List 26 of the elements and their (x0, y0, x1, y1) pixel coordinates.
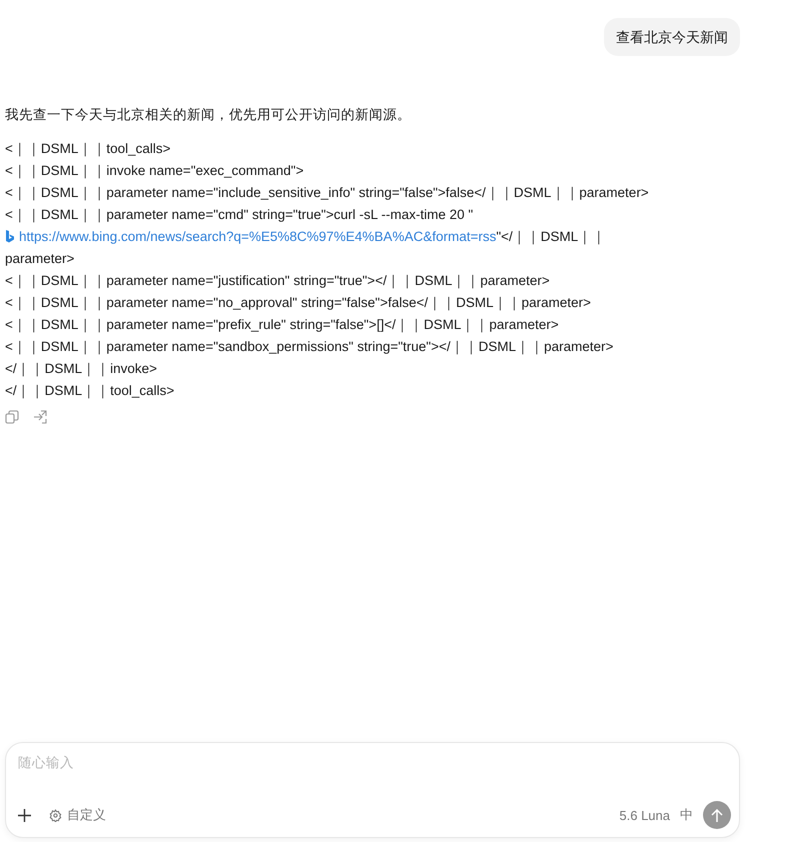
code-line: <｜｜DSML｜｜parameter name="justification" string="true"></｜｜DSML｜｜parameter> (5, 272, 550, 290)
url-link[interactable]: https://www.bing.com/news/search?q=%E5%8C%97%E4%BA%AC&format=rss (19, 226, 496, 248)
arrow-up-icon (711, 808, 723, 822)
code-line: </｜｜DSML｜｜invoke> (5, 360, 158, 378)
code-line: </｜｜DSML｜｜tool_calls> (5, 382, 174, 400)
mode-selector[interactable]: 中 (680, 806, 693, 824)
code-line: <｜｜DSML｜｜parameter name="no_approval" string="false">false</｜｜DSML｜｜parameter> (5, 294, 591, 312)
code-line: <｜｜DSML｜｜parameter name="cmd" string="true">curl -sL --max-time 20 " (5, 206, 474, 224)
user-message: 查看北京今天新闻 (604, 18, 740, 56)
code-line: <｜｜DSML｜｜tool_calls> (5, 140, 171, 158)
code-line: <｜｜DSML｜｜parameter name="include_sensitive_info" string="false">false</｜｜DSML｜｜parameter> (5, 184, 649, 202)
reply-text: 我先查一下今天与北京相关的新闻，优先用可公开访问的新闻源。 (5, 106, 412, 124)
gear-icon (49, 808, 62, 822)
code-line: <｜｜DSML｜｜parameter name="sandbox_permissions" string="true"></｜｜DSML｜｜parameter> (5, 338, 614, 356)
share-icon[interactable] (33, 410, 47, 424)
model-selector[interactable]: 5.6 Luna (619, 808, 670, 822)
code-line: "</｜｜DSML｜｜ (496, 228, 606, 246)
add-button[interactable] (18, 808, 31, 822)
code-line: <｜｜DSML｜｜parameter name="prefix_rule" string="false">[]</｜｜DSML｜｜parameter> (5, 316, 559, 334)
code-line: parameter> (5, 250, 74, 268)
copy-icon[interactable] (5, 410, 19, 424)
b-logo-icon (5, 230, 15, 244)
send-button[interactable] (703, 801, 731, 829)
customize-button[interactable]: 自定义 (49, 806, 106, 824)
code-line: <｜｜DSML｜｜invoke name="exec_command"> (5, 162, 304, 180)
plus-icon (18, 808, 31, 822)
